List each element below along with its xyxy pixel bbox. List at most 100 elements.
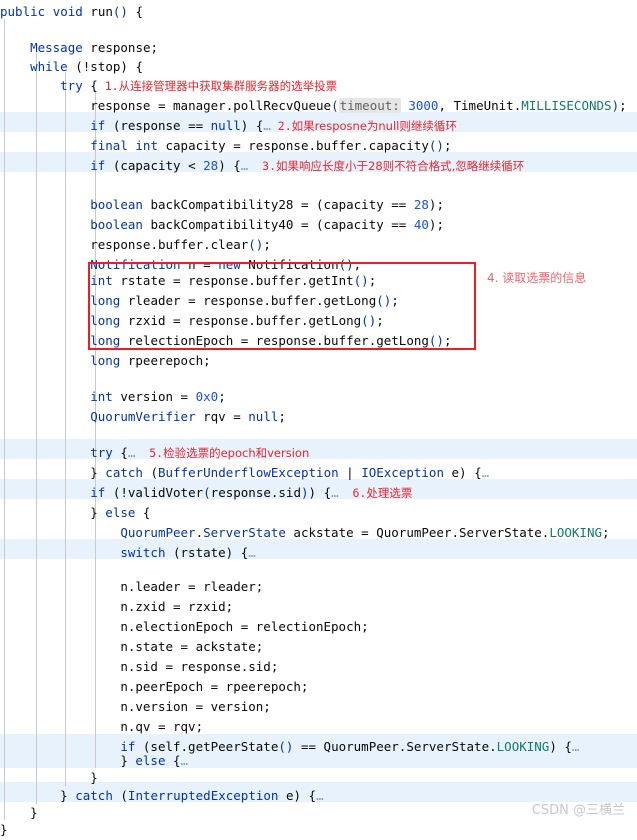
code-line[interactable]: } catch (BufferUnderflowException | IOEx… [90,463,489,483]
code-token-fold: … [571,739,580,754]
code-token-kw: catch [75,788,113,803]
code-line[interactable]: final int capacity = response.buffer.cap… [90,136,451,156]
code-line[interactable]: n.version = version; [120,697,271,717]
code-token-fold: … [481,465,490,480]
code-token-num: 0x0 [195,389,219,404]
code-token-kw: null [248,409,279,424]
code-token-txt: response.sid [210,485,301,500]
code-line[interactable]: int version = 0x0; [90,387,225,407]
indent-guide [36,52,37,804]
code-token-txt: } [90,465,106,480]
code-line[interactable]: } catch (InterruptedException e) {… [60,786,323,806]
code-token-txt: n.leader = rleader; [120,579,264,594]
code-token-num: 40 [413,217,429,232]
code-token-kw: boolean [90,217,143,232]
code-token-txt: ; [391,293,399,308]
code-token-anno: 如果resposne为null则继续循环 [291,119,457,133]
code-line[interactable]: long rpeerepoch; [90,351,210,371]
code-token-annonum: 5. [135,446,164,460]
code-token-txt: ( [112,788,128,803]
code-token-txt: n.sid = response.sid; [120,659,279,674]
code-token-txt: Notification [240,257,339,272]
code-token-kw: new [218,257,241,272]
code-token-cls: Message [30,40,83,55]
code-editor[interactable]: public void run() { Message response; whil… [0,0,637,837]
code-token-anno: 从连接管理器中获取集群服务器的选举投票 [118,79,338,93]
code-line[interactable]: QuorumVerifier rqv = null; [90,407,286,427]
code-line[interactable]: n.sid = response.sid; [120,657,278,677]
code-line[interactable]: n.zxid = rzxid; [120,597,233,617]
code-token-txt: e) { [278,788,317,803]
code-token-kw: int [90,273,113,288]
code-line[interactable]: response.buffer.clear(); [90,235,271,255]
code-token-txt: ; [602,525,610,540]
code-line[interactable]: switch (rstate) {… [120,543,255,563]
code-token-txt: } [120,753,136,768]
code-line[interactable]: Message response; [30,38,158,58]
code-token-paren: () [376,293,392,308]
code-line[interactable]: long rleader = response.buffer.getLong()… [90,291,399,311]
code-token-stat: LOOKING [549,525,602,540]
csdn-watermark: CSDN @三横兰 [531,802,625,818]
code-line[interactable]: n.state = ackstate; [120,637,263,657]
code-token-cls: ServerState [203,525,286,540]
code-token-txt: ); [428,197,444,212]
code-line[interactable]: try { 1.从连接管理器中获取集群服务器的选举投票 [60,76,337,96]
code-token-txt: n.zxid = rzxid; [120,599,234,614]
code-token-paren: () [338,257,354,272]
code-token-kw: if [90,158,106,173]
code-line[interactable]: public void run() { [0,2,143,22]
code-token-txt: n.electionEpoch = relectionEpoch; [120,619,369,634]
code-line[interactable]: try {… 5.检验选票的epoch和version [90,443,309,463]
code-line[interactable]: while (!stop) { [30,57,143,77]
code-token-txt: (capacity < [105,158,204,173]
code-token-txt: , TimeUnit. [438,98,522,113]
code-token-txt: rpeerepoch; [120,353,211,368]
code-line[interactable]: if (response == null) {… 2.如果resposne为nu… [90,116,457,136]
code-line[interactable]: n.leader = rleader; [120,577,263,597]
code-line[interactable]: response = manager.pollRecvQueue(timeout… [90,96,627,116]
code-line[interactable]: n.electionEpoch = relectionEpoch; [120,617,368,637]
code-token-txt: (response == [105,118,211,133]
code-line[interactable]: if (!validVoter(response.sid)) {… 6.处理选票 [90,483,412,503]
code-token-txt: } [90,505,106,520]
code-line[interactable]: long rzxid = response.buffer.getLong(); [90,311,384,331]
code-line[interactable]: } else {… [120,751,188,771]
code-token-txt: response = manager.pollRecvQueue [90,98,332,113]
code-line[interactable]: } [30,803,38,823]
code-token-kw: void [52,4,83,19]
code-token-fold: … [248,545,256,560]
code-line[interactable]: if (self.getPeerState() == QuorumPeer.Se… [120,737,579,757]
code-token-cls: Notification [90,257,181,272]
code-token-kw: boolean [90,197,143,212]
code-line[interactable]: int rstate = response.buffer.getInt(); [90,271,376,291]
code-token-txt: n.version = version; [120,699,271,714]
code-token-txt: response.buffer.clear [90,237,249,252]
code-line[interactable]: boolean backCompatibility28 = (capacity … [90,195,444,215]
code-token-txt: ackstate = QuorumPeer.ServerState. [285,525,550,540]
code-line[interactable]: n.peerEpoch = rpeerepoch; [120,677,308,697]
code-token-txt: ; [218,389,226,404]
code-line[interactable]: QuorumPeer.ServerState ackstate = Quorum… [120,523,609,543]
code-token-txt: ) { [218,158,241,173]
code-token-txt: { [112,445,128,460]
code-token-num: 28 [413,197,429,212]
code-token-paren: () [112,4,128,19]
code-token-paren: () [353,273,369,288]
code-token-kw: final int [90,138,158,153]
code-line[interactable]: boolean backCompatibility40 = (capacity … [90,215,444,235]
code-line[interactable]: if (capacity < 28) {… 3.如果响应长度小于28则不符合格式… [90,156,524,176]
code-token-stat: MILLISECONDS [521,98,612,113]
code-line[interactable]: } [0,820,8,840]
indent-guide [4,20,5,820]
code-line[interactable]: n.qv = rqv; [120,717,203,737]
code-token-txt: (rstate) { [165,545,249,560]
code-token-stat: LOOKING [496,739,550,754]
code-token-kw: if [90,485,106,500]
code-line[interactable]: } else { [90,503,150,523]
indent-guide [65,72,66,786]
code-token-paren: () [428,333,444,348]
code-token-kw: long [90,333,121,348]
code-line[interactable]: long relectionEpoch = response.buffer.ge… [90,331,451,351]
code-token-txt: { [82,78,98,93]
